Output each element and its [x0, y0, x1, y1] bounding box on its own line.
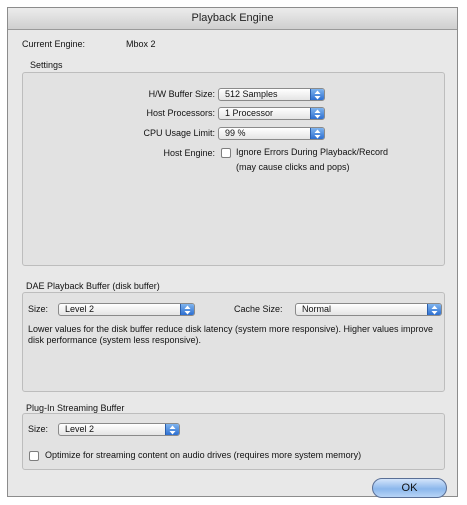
plugin-buffer-heading: Plug-In Streaming Buffer — [26, 403, 125, 413]
ignore-errors-note: (may cause clicks and pops) — [236, 162, 350, 172]
current-engine-label: Current Engine: — [22, 39, 86, 49]
buffer-size-popup[interactable]: 512 Samples — [218, 88, 325, 101]
settings-group: H/W Buffer Size: 512 Samples Host Proces… — [22, 72, 445, 266]
cache-size-value: Normal — [302, 304, 332, 314]
playback-engine-dialog: Playback Engine Current Engine: Mbox 2 S… — [7, 7, 458, 498]
current-engine-value: Mbox 2 — [126, 39, 156, 49]
host-processors-label: Host Processors: — [146, 108, 215, 118]
settings-heading: Settings — [30, 60, 63, 70]
plugin-buffer-group: Size: Level 2 Optimize for streaming con… — [22, 413, 445, 470]
cache-size-popup[interactable]: Normal — [295, 303, 442, 316]
popup-arrows-icon — [165, 424, 179, 435]
cpu-usage-popup[interactable]: 99 % — [218, 127, 325, 140]
dae-size-label: Size: — [28, 304, 49, 314]
optimize-streaming-label: Optimize for streaming content on audio … — [45, 450, 362, 460]
popup-arrows-icon — [180, 304, 194, 315]
ok-button[interactable]: OK — [372, 478, 447, 498]
buffer-size-label: H/W Buffer Size: — [148, 89, 215, 99]
cache-size-label: Cache Size: — [234, 304, 283, 314]
ignore-errors-checkbox[interactable] — [221, 148, 231, 158]
dae-buffer-heading: DAE Playback Buffer (disk buffer) — [26, 281, 160, 291]
optimize-streaming-checkbox[interactable] — [29, 451, 39, 461]
popup-arrows-icon — [310, 128, 324, 139]
cpu-usage-label: CPU Usage Limit: — [143, 128, 215, 138]
host-processors-popup[interactable]: 1 Processor — [218, 107, 325, 120]
plugin-size-label: Size: — [28, 424, 49, 434]
popup-arrows-icon — [427, 304, 441, 315]
dae-size-value: Level 2 — [65, 304, 95, 314]
plugin-size-value: Level 2 — [65, 424, 95, 434]
dae-description: Lower values for the disk buffer reduce … — [28, 324, 434, 345]
ignore-errors-label: Ignore Errors During Playback/Record — [236, 147, 389, 157]
buffer-size-value: 512 Samples — [225, 89, 278, 99]
popup-arrows-icon — [310, 89, 324, 100]
host-processors-value: 1 Processor — [225, 108, 274, 118]
popup-arrows-icon — [310, 108, 324, 119]
cpu-usage-value: 99 % — [225, 128, 246, 138]
dae-size-popup[interactable]: Level 2 — [58, 303, 195, 316]
dae-buffer-group: Size: Level 2 Cache Size: Normal Lower v… — [22, 292, 445, 392]
host-engine-label: Host Engine: — [163, 148, 215, 158]
window-title: Playback Engine — [8, 8, 457, 30]
plugin-size-popup[interactable]: Level 2 — [58, 423, 180, 436]
